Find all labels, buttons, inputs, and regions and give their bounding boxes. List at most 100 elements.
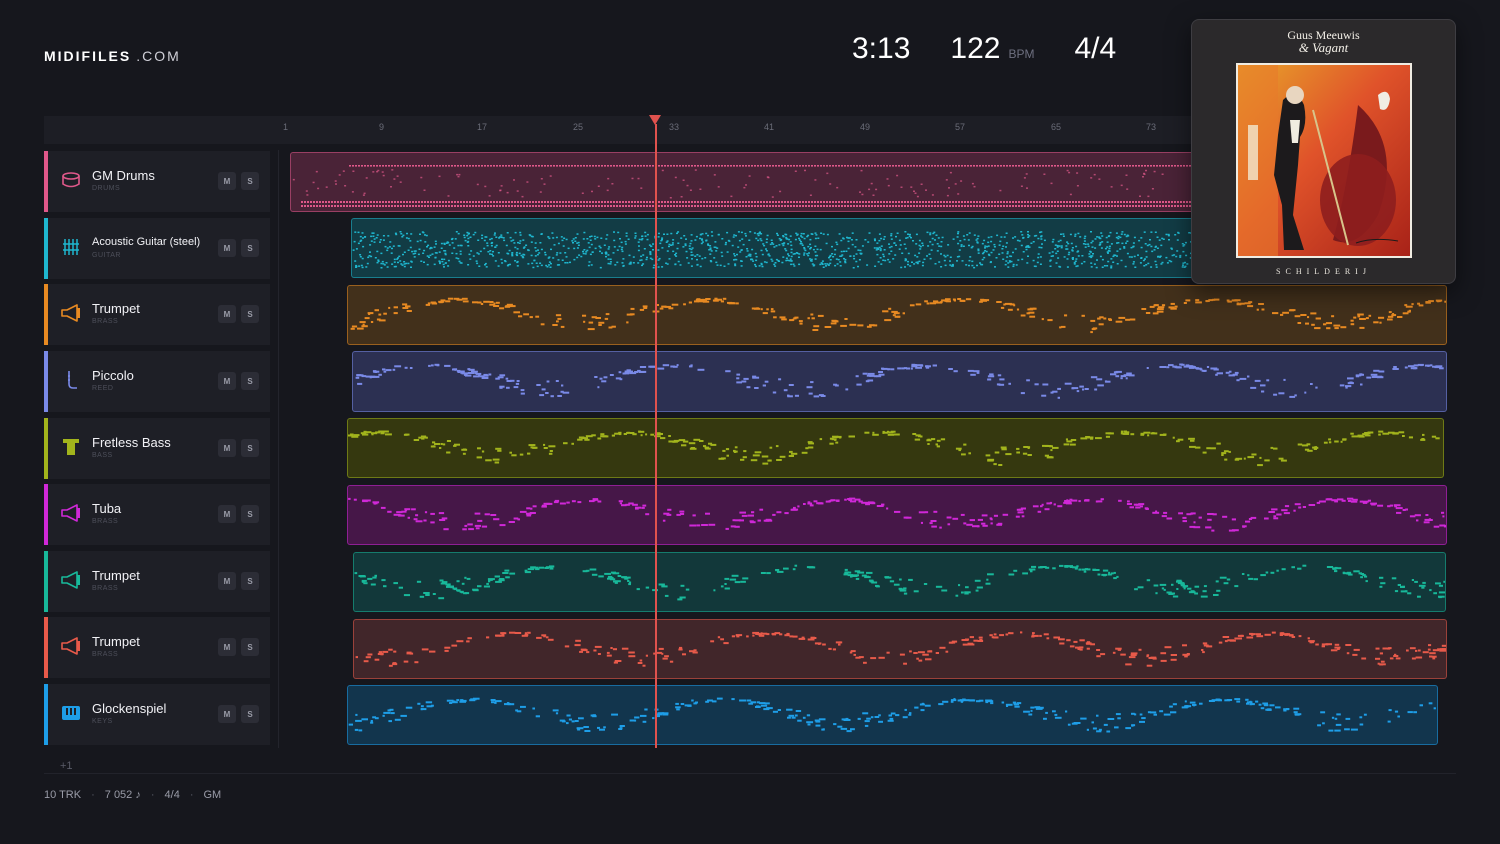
- mute-button[interactable]: M: [218, 372, 236, 390]
- playhead-line[interactable]: [655, 124, 657, 748]
- track-row[interactable]: Tuba BRASS M S: [44, 484, 270, 545]
- footer-summary: 10 TRK · 7 052 ♪ · 4/4 · GM: [44, 789, 221, 801]
- horn-icon: [60, 569, 82, 591]
- guitar-icon: [60, 236, 82, 258]
- track-row[interactable]: Trumpet BRASS M S: [44, 617, 270, 678]
- note-pattern: [350, 297, 1446, 334]
- album-artwork: [1236, 63, 1412, 258]
- track-color-bar: [44, 617, 48, 678]
- tempo-value: 122: [950, 32, 1001, 65]
- track-name: Trumpet: [92, 634, 140, 649]
- ruler-tick-label: 73: [1146, 122, 1157, 132]
- drum-icon: [60, 169, 82, 191]
- note-pattern: [348, 497, 1446, 532]
- horn-icon: [60, 502, 82, 524]
- solo-button[interactable]: S: [241, 705, 259, 723]
- midi-clip[interactable]: [347, 285, 1447, 345]
- track-category: KEYS: [92, 718, 113, 725]
- ruler-tick-label: 49: [860, 122, 871, 132]
- track-name: Piccolo: [92, 368, 134, 383]
- track-color-bar: [44, 284, 48, 345]
- meter-value: 4/4: [1074, 32, 1117, 65]
- note-pattern: [348, 697, 1436, 733]
- mute-button[interactable]: M: [218, 305, 236, 323]
- transport-stats: 3:13 122 BPM 4/4: [852, 32, 1116, 66]
- brand-suffix: .COM: [136, 48, 181, 64]
- mute-button[interactable]: M: [218, 638, 236, 656]
- playhead-marker[interactable]: [649, 115, 661, 125]
- song-meter: 4/4: [1074, 32, 1116, 66]
- track-name: Acoustic Guitar (steel): [92, 236, 201, 248]
- note-pattern: [354, 564, 1445, 601]
- midi-clip[interactable]: [353, 619, 1447, 679]
- track-category: DRUMS: [92, 185, 121, 192]
- footer-separator: ·: [150, 789, 155, 801]
- track-color-bar: [44, 351, 48, 412]
- album-title: SCHILDERIJ: [1276, 267, 1371, 276]
- album-band-line: & Vagant: [1192, 40, 1455, 56]
- ruler-tick-label: 65: [1051, 122, 1062, 132]
- mute-button[interactable]: M: [218, 239, 236, 257]
- track-category: BRASS: [92, 585, 119, 592]
- song-duration: 3:13: [852, 32, 910, 66]
- midi-clip[interactable]: [351, 218, 1200, 278]
- track-row[interactable]: Acoustic Guitar (steel) GUITAR M S: [44, 218, 270, 279]
- track-name: Fretless Bass: [92, 435, 171, 450]
- song-tempo: 122 BPM: [950, 32, 1034, 66]
- track-name: Tuba: [92, 501, 122, 516]
- ruler-tick-label: 17: [477, 122, 488, 132]
- keys-icon: [60, 702, 82, 724]
- mute-button[interactable]: M: [218, 439, 236, 457]
- track-name: Glockenspiel: [92, 701, 167, 716]
- track-row[interactable]: Trumpet BRASS M S: [44, 551, 270, 612]
- midi-clip[interactable]: [352, 351, 1447, 412]
- track-color-bar: [44, 684, 48, 745]
- track-row[interactable]: Piccolo REED M S: [44, 351, 270, 412]
- mute-button[interactable]: M: [218, 172, 236, 190]
- note-pattern: [355, 631, 1446, 667]
- solo-button[interactable]: S: [241, 305, 259, 323]
- album-cover[interactable]: Guus Meeuwis & Vagant SCHILDERIJ: [1191, 19, 1456, 284]
- footer-divider: [44, 773, 1456, 774]
- track-name: Trumpet: [92, 568, 140, 583]
- solo-button[interactable]: S: [241, 505, 259, 523]
- reed-icon: [60, 369, 82, 391]
- midi-clip[interactable]: [290, 152, 1200, 212]
- track-row[interactable]: GM Drums DRUMS M S: [44, 151, 270, 212]
- ruler-tick-label: 1: [283, 122, 289, 132]
- track-name: GM Drums: [92, 168, 155, 183]
- painting-image: [1238, 65, 1410, 256]
- note-pattern: [355, 363, 1444, 399]
- track-category: REED: [92, 385, 114, 392]
- track-category: BASS: [92, 452, 113, 459]
- ruler-tick-label: 41: [764, 122, 775, 132]
- footer-separator: ·: [189, 789, 194, 801]
- solo-button[interactable]: S: [241, 638, 259, 656]
- track-color-bar: [44, 418, 48, 479]
- solo-button[interactable]: S: [241, 172, 259, 190]
- midi-clip[interactable]: [347, 685, 1438, 745]
- note-count: 7 052 ♪: [104, 789, 141, 801]
- ruler-tick-label: 9: [379, 122, 385, 132]
- midi-clip[interactable]: [347, 418, 1444, 478]
- horn-icon: [60, 635, 82, 657]
- solo-button[interactable]: S: [241, 439, 259, 457]
- track-color-bar: [44, 218, 48, 279]
- track-row[interactable]: Glockenspiel KEYS M S: [44, 684, 270, 745]
- note-pattern: [352, 231, 1199, 269]
- mute-button[interactable]: M: [218, 505, 236, 523]
- footer-separator: ·: [91, 789, 95, 801]
- mute-button[interactable]: M: [218, 705, 236, 723]
- midi-clip[interactable]: [347, 485, 1447, 545]
- track-row[interactable]: Fretless Bass BASS M S: [44, 418, 270, 479]
- footer-meter: 4/4: [164, 789, 180, 801]
- track-row[interactable]: Trumpet BRASS M S: [44, 284, 270, 345]
- midi-clip[interactable]: [353, 552, 1446, 612]
- more-tracks-indicator[interactable]: +1: [60, 760, 73, 772]
- track-color-bar: [44, 151, 48, 212]
- solo-button[interactable]: S: [241, 572, 259, 590]
- mute-button[interactable]: M: [218, 572, 236, 590]
- album-ampersand: &: [1298, 40, 1309, 55]
- solo-button[interactable]: S: [241, 372, 259, 390]
- solo-button[interactable]: S: [241, 239, 259, 257]
